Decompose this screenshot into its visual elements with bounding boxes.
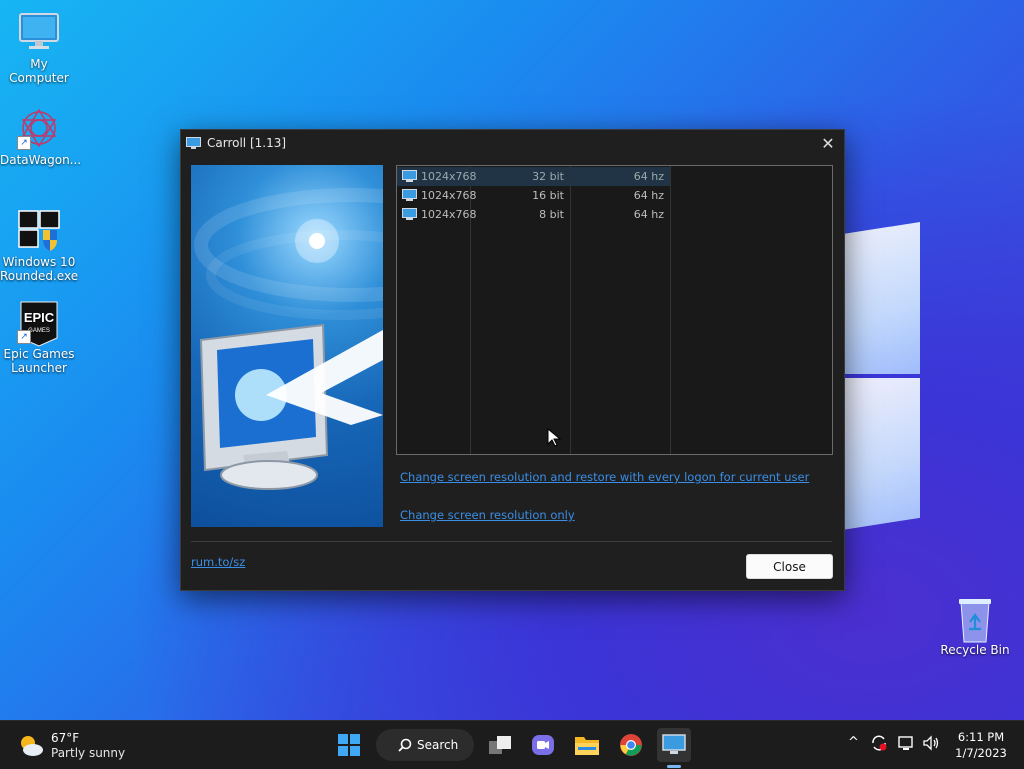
search-icon: [398, 738, 412, 752]
search-label: Search: [417, 738, 459, 752]
mode-refresh: 64 hz: [633, 189, 664, 202]
resolution-list[interactable]: 1024x768 32 bit 64 hz 1024x768 16 bit 64…: [396, 165, 833, 455]
windows-start-icon: [338, 734, 360, 756]
carroll-taskbar-button[interactable]: [657, 728, 691, 762]
desktop-icon-windows10-rounded[interactable]: Windows 10 Rounded.exe: [0, 208, 78, 283]
task-view-icon: [489, 736, 511, 754]
list-item[interactable]: 1024x768 32 bit 64 hz: [397, 167, 670, 186]
network-icon[interactable]: [898, 734, 916, 756]
desktop-icon-label-line1: Epic Games: [3, 347, 75, 361]
change-only-link[interactable]: Change screen resolution only: [400, 508, 575, 522]
clock-date: 1/7/2023: [955, 746, 1007, 760]
taskbar: 67°F Partly sunny Search ^ 6:11 PM 1/7/2…: [0, 720, 1024, 769]
desktop-icon-label-line1: Windows 10: [2, 255, 76, 269]
monitor-icon: [402, 170, 417, 183]
svg-text:GAMES: GAMES: [28, 328, 50, 334]
mode-resolution: 1024x768: [421, 208, 477, 221]
weather-condition: Partly sunny: [51, 746, 126, 760]
file-explorer-button[interactable]: [570, 728, 604, 762]
app-monitor-icon: [186, 136, 201, 150]
spiral-icon: ↗: [17, 106, 61, 150]
monitor-icon: [662, 734, 686, 754]
monitor-icon: [402, 208, 417, 221]
title-bar[interactable]: Carroll [1.13] ✕: [181, 130, 844, 156]
desktop-icon-label: Recycle Bin: [940, 643, 1010, 657]
chrome-button[interactable]: [614, 728, 648, 762]
mode-refresh: 64 hz: [633, 170, 664, 183]
mode-depth: 32 bit: [532, 170, 564, 183]
desktop-icon-label-line2: Rounded.exe: [0, 269, 79, 283]
list-item[interactable]: 1024x768 8 bit 64 hz: [397, 205, 670, 224]
desktop-icon-epic-games[interactable]: EPIC GAMES ↗ Epic Games Launcher: [0, 300, 78, 375]
chrome-icon: [620, 734, 642, 756]
window-close-button[interactable]: ✕: [812, 130, 844, 156]
close-button[interactable]: Close: [746, 554, 833, 579]
windows-shield-icon: [17, 208, 61, 252]
shortcut-arrow-icon: ↗: [17, 136, 31, 150]
weather-temperature: 67°F: [51, 731, 80, 745]
teams-chat-button[interactable]: [526, 728, 560, 762]
taskbar-search-button[interactable]: Search: [376, 729, 474, 761]
chat-video-icon: [532, 735, 554, 755]
banner-image: [191, 165, 383, 527]
system-clock[interactable]: 6:11 PM 1/7/2023: [948, 729, 1014, 761]
monitor-icon: [17, 10, 61, 54]
list-item[interactable]: 1024x768 16 bit 64 hz: [397, 186, 670, 205]
desktop-icon-label: DataWagon...: [0, 153, 82, 167]
partly-sunny-icon: [18, 733, 44, 759]
shortcut-arrow-icon: ↗: [17, 330, 31, 344]
desktop-icon-recycle-bin[interactable]: Recycle Bin: [936, 596, 1014, 657]
clock-time: 6:11 PM: [957, 730, 1005, 744]
wallpaper-windows-logo: [842, 210, 922, 540]
svg-text:EPIC: EPIC: [24, 310, 55, 325]
column-divider: [670, 166, 671, 454]
mode-refresh: 64 hz: [633, 208, 664, 221]
desktop-icon-label-line2: Launcher: [11, 361, 67, 375]
task-view-button[interactable]: [483, 728, 517, 762]
desktop-icon-my-computer[interactable]: My Computer: [0, 10, 78, 85]
monitor-icon: [402, 189, 417, 202]
recycle-bin-icon: [953, 596, 997, 643]
divider: [191, 541, 832, 542]
epic-games-icon: EPIC GAMES ↗: [17, 300, 61, 347]
mode-depth: 8 bit: [539, 208, 564, 221]
mode-resolution: 1024x768: [421, 170, 477, 183]
volume-icon[interactable]: [922, 734, 940, 756]
footer-link[interactable]: rum.to/sz: [191, 555, 245, 569]
change-and-restore-link[interactable]: Change screen resolution and restore wit…: [400, 470, 809, 484]
start-button[interactable]: [332, 728, 366, 762]
desktop-icon-label: My Computer: [9, 57, 69, 85]
dialog-title: Carroll [1.13]: [207, 136, 287, 150]
mouse-cursor-icon: [547, 428, 562, 447]
carroll-dialog: Carroll [1.13] ✕ 1024x768 32 bit 64 hz 1…: [180, 129, 845, 591]
mode-resolution: 1024x768: [421, 189, 477, 202]
folder-icon: [575, 737, 599, 755]
desktop-icon-datawagon[interactable]: ↗ DataWagon...: [0, 106, 82, 167]
show-hidden-icons-chevron-icon[interactable]: ^: [848, 735, 859, 750]
mode-depth: 16 bit: [532, 189, 564, 202]
sync-alert-icon[interactable]: [870, 734, 888, 756]
